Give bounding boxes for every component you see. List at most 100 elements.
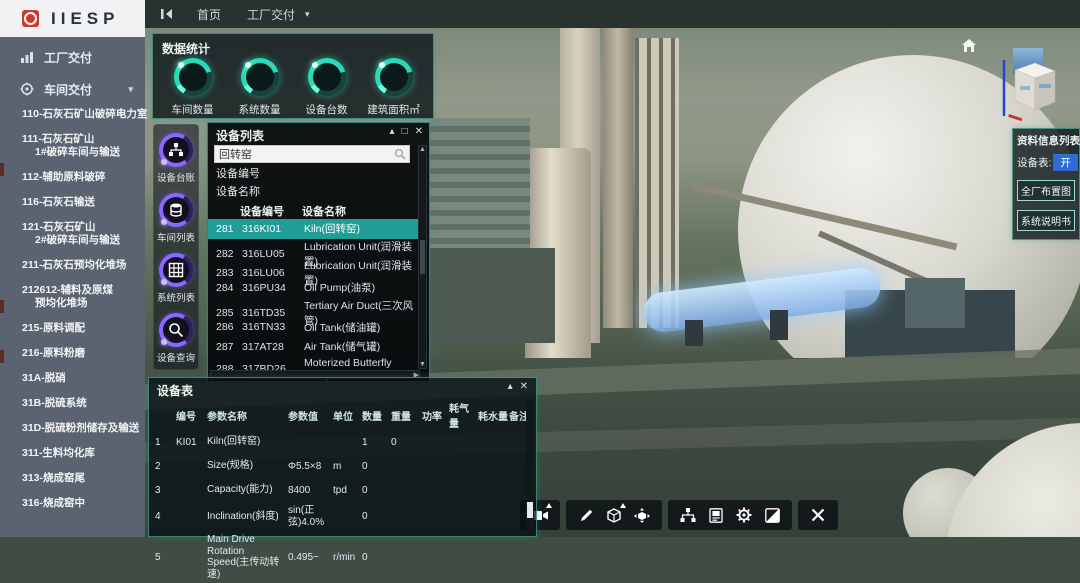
param-row[interactable]: 4 Inclination(斜度)sin(正弦)4.0% 0 xyxy=(155,502,525,531)
device-search-box xyxy=(214,145,410,163)
vertical-scrollbar[interactable] xyxy=(526,400,534,536)
col-device-name: 设备名称 xyxy=(302,203,420,219)
sidebar-group-label: 工厂交付 xyxy=(44,49,92,66)
device-table-panel: 设备表 ▴ ✕ 编号 参数名称 参数值 单位 数量 重量 功率 耗气量 耗水量 … xyxy=(148,377,537,537)
device-row[interactable]: 284316PU34Oil Pump(油泵) xyxy=(208,278,420,298)
stats-panel: 数据统计 车间数量 系统数量 设备台数 建筑面积㎡ xyxy=(152,33,434,119)
gauge-device-count: 设备台数 xyxy=(293,58,360,117)
device-list-panel: 设备列表 ▴ □ ✕ 设备编号 设备名称 设备编号 设备名称 281316KI0… xyxy=(207,122,430,382)
sidebar-item[interactable]: 112-辅助原料破碎 xyxy=(22,171,145,184)
param-row[interactable]: 1KI01 Kiln(回转窑) 1 0 xyxy=(155,430,525,454)
rail-device-ledger[interactable]: 设备台账 xyxy=(157,133,195,184)
scene-tower xyxy=(635,38,679,328)
rail-device-search[interactable]: 设备查询 xyxy=(157,313,195,364)
sidebar-item[interactable]: 211-石灰石预均化堆场 xyxy=(22,259,145,272)
view-cube[interactable] xyxy=(995,58,1065,124)
sidebar-item[interactable]: 31D-脱硫粉剂储存及输送 xyxy=(22,422,145,435)
gear-icon[interactable] xyxy=(730,504,758,526)
gauge-row: 车间数量 系统数量 设备台数 建筑面积㎡ xyxy=(159,58,429,117)
rail-workshop-list[interactable]: 车间列表 xyxy=(157,193,195,244)
sidebar-item[interactable]: 316-烧成窑中 xyxy=(22,497,145,510)
collapse-icon[interactable]: ▴ xyxy=(390,126,395,137)
logo-strip: IIESP xyxy=(0,0,145,37)
cube-extent-icon[interactable] xyxy=(628,504,656,526)
scene-building xyxy=(430,118,530,248)
home-icon[interactable] xyxy=(961,38,977,53)
pencil-icon[interactable] xyxy=(572,504,600,526)
sidebar-item[interactable]: 215-原料调配 xyxy=(22,322,145,335)
nav-home[interactable]: 首页 xyxy=(197,6,221,23)
bar-chart-icon xyxy=(20,50,34,64)
scene-building xyxy=(905,278,965,328)
sidebar-item[interactable]: 311-生料均化库 xyxy=(22,447,145,460)
scroll-down-icon[interactable]: ▼ xyxy=(419,361,426,368)
edge-marker xyxy=(0,350,4,363)
image-icon[interactable] xyxy=(758,504,786,526)
sidebar-item[interactable]: 121-石灰石矿山2#破碎车间与输送 xyxy=(22,221,145,247)
close-icon[interactable]: ✕ xyxy=(415,126,423,137)
param-row[interactable]: 3 Capacity(能力)8400 tpd0 xyxy=(155,478,525,502)
menu-fold-icon[interactable] xyxy=(161,8,175,20)
param-row[interactable]: 2 Size(规格)Φ5.5×8 m0 xyxy=(155,454,525,478)
scroll-thumb[interactable] xyxy=(420,240,425,274)
device-table-toggle[interactable]: 开 xyxy=(1053,154,1078,171)
logo-text: IIESP xyxy=(51,9,119,29)
filter-device-code[interactable]: 设备编号 xyxy=(216,165,260,183)
sidebar: IIESP 工厂交付 车间交付 ▾ 110-石灰石矿山破碎电力室 111-石灰石… xyxy=(0,0,145,537)
viewer-card-icon[interactable] xyxy=(702,504,730,526)
device-row[interactable]: 282316LU05Lubrication Unit(润滑装置) xyxy=(208,239,420,259)
sidebar-item[interactable]: 31B-脱硫系统 xyxy=(22,397,145,410)
close-icon[interactable] xyxy=(804,504,832,526)
gauge-ring xyxy=(308,58,346,96)
device-row[interactable]: 286316TN33Oil Tank(储油罐) xyxy=(208,317,420,337)
sidebar-item[interactable]: 116-石灰石输送 xyxy=(22,196,145,209)
sidebar-item[interactable]: 216-原料粉磨 xyxy=(22,347,145,360)
device-search-input[interactable] xyxy=(215,148,394,160)
sidebar-group-label: 车间交付 xyxy=(44,81,92,98)
scroll-up-icon[interactable]: ▲ xyxy=(419,146,426,153)
hierarchy-icon[interactable] xyxy=(674,504,702,526)
sidebar-group-workshop[interactable]: 车间交付 ▾ xyxy=(0,74,145,104)
logo-icon xyxy=(22,10,39,27)
device-row[interactable]: 283316LU06Lubrication Unit(润滑装置) xyxy=(208,258,420,278)
tool-rail: 设备台账 车间列表 系统列表 设备查询 xyxy=(153,124,199,370)
close-icon[interactable]: ✕ xyxy=(520,381,528,392)
rail-system-list[interactable]: 系统列表 xyxy=(157,253,195,304)
database-icon xyxy=(168,202,184,218)
device-table-header: 编号 参数名称 参数值 单位 数量 重量 功率 耗气量 耗水量 备注 xyxy=(155,400,525,430)
nav-factory-delivery[interactable]: 工厂交付 xyxy=(247,6,295,23)
info-panel: 资料信息列表 设备表: 开 全厂布置图 系统说明书 xyxy=(1012,128,1080,240)
collapse-icon[interactable]: ▴ xyxy=(508,381,513,392)
gauge-ring xyxy=(241,58,279,96)
chevron-down-icon: ▾ xyxy=(128,84,133,95)
sidebar-item[interactable]: 111-石灰石矿山1#破碎车间与输送 xyxy=(22,133,145,159)
sidebar-item[interactable]: 31A-脱硝 xyxy=(22,372,145,385)
device-row[interactable]: 285316TD35Tertiary Air Duct(三次风管) xyxy=(208,298,420,318)
hierarchy-icon xyxy=(168,142,184,158)
gauge-ring xyxy=(375,58,413,96)
gauge-system-count: 系统数量 xyxy=(226,58,293,117)
vertical-scrollbar[interactable]: ▲ ▼ xyxy=(418,145,427,369)
device-list-title[interactable]: 设备列表 xyxy=(216,127,264,144)
sidebar-item[interactable]: 212612-辅料及原煤预均化堆场 xyxy=(22,284,145,310)
search-icon xyxy=(168,322,184,338)
system-manual-button[interactable]: 系统说明书 xyxy=(1017,210,1075,231)
sidebar-item[interactable]: 313-烧成窑尾 xyxy=(22,472,145,485)
param-row[interactable]: 5 Main Drive Rotation Speed(主传动转速)0.495~… xyxy=(155,531,525,583)
scene-building xyxy=(430,248,555,343)
plant-layout-button[interactable]: 全厂布置图 xyxy=(1017,180,1075,201)
scene-tower xyxy=(603,28,633,328)
maximize-icon[interactable]: □ xyxy=(402,126,408,137)
scroll-thumb[interactable] xyxy=(527,502,533,518)
device-row[interactable]: 287317AT28Air Tank(储气罐) xyxy=(208,337,420,357)
grid-icon xyxy=(168,262,184,278)
sidebar-group-factory[interactable]: 工厂交付 xyxy=(0,42,145,72)
device-row[interactable]: 281316KI01Kiln(回转窑) xyxy=(208,219,420,239)
search-icon[interactable] xyxy=(394,148,406,160)
device-table-title[interactable]: 设备表 xyxy=(157,382,193,399)
cube-select-icon[interactable] xyxy=(600,504,628,526)
top-bar: 首页 工厂交付 ▾ xyxy=(145,0,1080,28)
gauge-building-area: 建筑面积㎡ xyxy=(360,58,427,117)
filter-device-name[interactable]: 设备名称 xyxy=(216,183,260,201)
sidebar-item[interactable]: 110-石灰石矿山破碎电力室 xyxy=(22,108,145,121)
